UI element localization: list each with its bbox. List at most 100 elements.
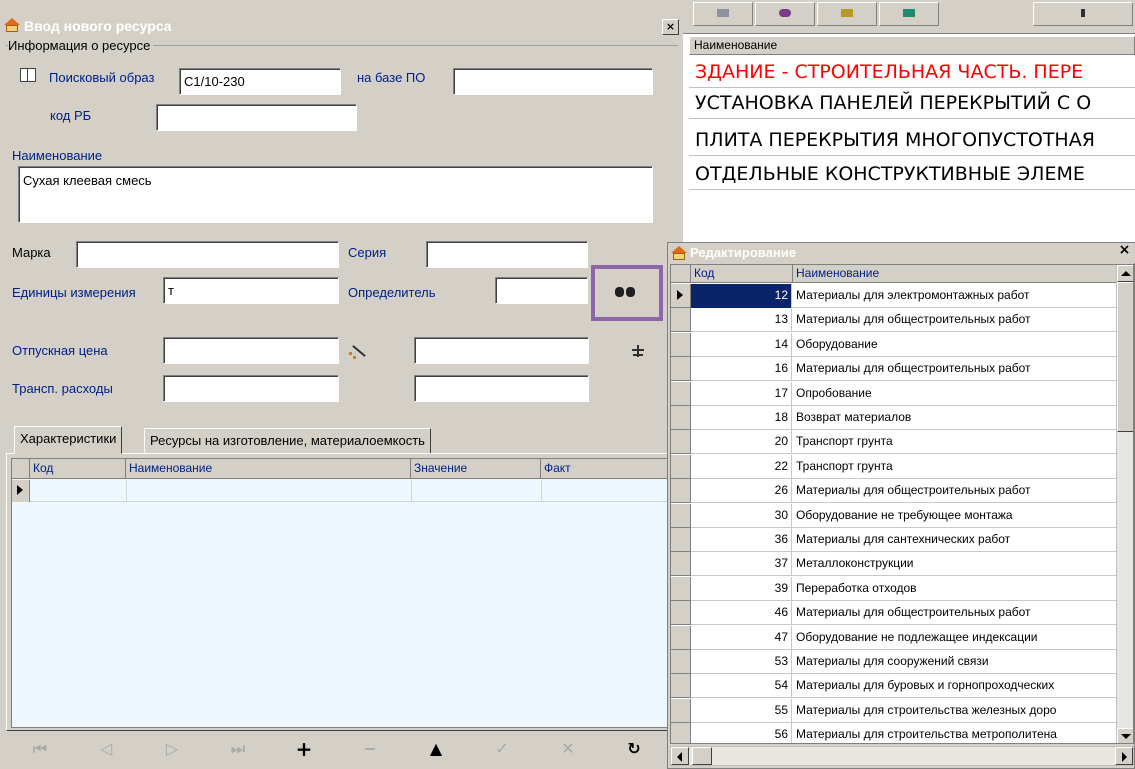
background-header-name[interactable]: Наименование	[689, 36, 1135, 55]
nav-post-button[interactable]: ✓	[482, 737, 522, 761]
edit-row[interactable]: 36 Материалы для сантехнических работ	[671, 528, 1116, 552]
edit-row-code[interactable]: 54	[691, 674, 792, 699]
edit-row-name[interactable]: Оборудование не требующее монтажа	[793, 504, 1116, 528]
determinant-field[interactable]	[495, 277, 588, 304]
edit-titlebar[interactable]: Редактирование ×	[668, 243, 1135, 263]
edit-row[interactable]: 37 Металлоконструкции	[671, 552, 1116, 577]
toolbar-button-3[interactable]	[817, 2, 877, 26]
nav-add-button[interactable]: +	[284, 737, 324, 761]
edit-row-code[interactable]: 36	[691, 528, 792, 552]
edit-row-code[interactable]: 22	[691, 454, 792, 479]
edit-row-name[interactable]: Материалы для общестроительных работ	[793, 357, 1116, 381]
nav-next-button[interactable]: ▷	[152, 737, 192, 761]
edit-row-name[interactable]: Транспорт грунта	[793, 455, 1116, 479]
brand-field[interactable]	[76, 241, 339, 268]
nav-refresh-button[interactable]: ↻	[614, 737, 654, 761]
unit-field[interactable]: т	[163, 277, 339, 304]
edit-row[interactable]: 46 Материалы для общестроительных работ	[671, 601, 1116, 626]
edit-col-name[interactable]: Наименование	[793, 265, 1118, 283]
edit-row-code[interactable]: 18	[691, 406, 792, 430]
toolbar-button-2[interactable]	[755, 2, 815, 26]
edit-row-name[interactable]: Возврат материалов	[793, 406, 1116, 430]
search-field[interactable]: С1/10-230	[179, 68, 341, 95]
edit-row-code[interactable]: 12	[691, 284, 792, 308]
wand-button[interactable]	[347, 342, 369, 360]
edit-row[interactable]: 13 Материалы для общестроительных работ	[671, 308, 1116, 333]
edit-row-code[interactable]: 30	[691, 503, 792, 528]
book-icon[interactable]	[20, 68, 36, 82]
dialog-titlebar[interactable]: Ввод нового ресурса ×	[0, 14, 683, 38]
price-field-2[interactable]	[414, 337, 589, 364]
tab-characteristics[interactable]: Характеристики	[14, 426, 123, 454]
characteristics-grid[interactable]: Код Наименование Значение Факт	[11, 458, 673, 728]
toolbar-button-5[interactable]	[1033, 2, 1133, 26]
background-row-1[interactable]: УСТАНОВКА ПАНЕЛЕЙ ПЕРЕКРЫТИЙ С О	[689, 89, 1135, 119]
toolbar-button-4[interactable]	[879, 2, 939, 26]
transport-field-2[interactable]	[414, 375, 589, 402]
edit-row[interactable]: 54 Материалы для буровых и горнопроходчес…	[671, 674, 1116, 699]
edit-horizontal-scrollbar[interactable]	[670, 746, 1134, 766]
edit-row[interactable]: 20 Транспорт грунта	[671, 430, 1116, 455]
edit-row-name[interactable]: Материалы для сантехнических работ	[793, 528, 1116, 552]
edit-close-button[interactable]: ×	[1116, 243, 1133, 260]
edit-row-name[interactable]: Переработка отходов	[793, 577, 1116, 601]
background-row-3[interactable]: ОТДЕЛЬНЫЕ КОНСТРУКТИВНЫЕ ЭЛЕМЕ	[689, 160, 1135, 190]
edit-row-code[interactable]: 20	[691, 430, 792, 455]
scroll-down-button[interactable]	[1117, 728, 1133, 743]
transport-field[interactable]	[163, 375, 339, 402]
edit-row[interactable]: 14 Оборудование	[671, 332, 1116, 357]
edit-row-name[interactable]: Оборудование	[793, 333, 1116, 357]
edit-row-code[interactable]: 55	[691, 698, 792, 723]
edit-row[interactable]: 18 Возврат материалов	[671, 406, 1116, 430]
nav-first-button[interactable]: ⏮	[20, 737, 60, 761]
edit-vertical-scrollbar[interactable]	[1116, 265, 1133, 743]
nav-prior-button[interactable]: ◁	[86, 737, 126, 761]
binoculars-lookup-button[interactable]	[611, 281, 641, 305]
edit-row[interactable]: 56 Материалы для строительства метрополит…	[671, 723, 1116, 743]
edit-row-code[interactable]: 13	[691, 308, 792, 333]
name-field[interactable]: Сухая клеевая смесь	[18, 166, 653, 223]
edit-row-name[interactable]: Транспорт грунта	[793, 430, 1116, 454]
edit-row[interactable]: 47 Оборудование не подлежащее индексации	[671, 625, 1116, 650]
grid-row[interactable]	[12, 480, 672, 502]
edit-grid[interactable]: Код Наименование 12 Материалы для электро…	[670, 264, 1134, 744]
edit-row[interactable]: 30 Оборудование не требующее монтажа	[671, 503, 1116, 528]
edit-row[interactable]: 17 Опробование	[671, 381, 1116, 406]
edit-row-code[interactable]: 16	[691, 357, 792, 382]
edit-row-name[interactable]: Металлоконструкции	[793, 552, 1116, 576]
price-field[interactable]	[163, 337, 339, 364]
hscroll-thumb[interactable]	[692, 747, 712, 765]
edit-row-name[interactable]: Материалы для общестроительных работ	[793, 479, 1116, 503]
edit-row-name[interactable]: Материалы для сооружений связи	[793, 650, 1116, 674]
edit-row-name[interactable]: Материалы для строительства метрополитен…	[793, 723, 1116, 743]
edit-row-code[interactable]: 56	[691, 723, 792, 743]
edit-row-code[interactable]: 14	[691, 332, 792, 357]
base-field[interactable]	[453, 68, 653, 95]
edit-row-code[interactable]: 47	[691, 625, 792, 650]
grid-col-name[interactable]: Наименование	[126, 459, 411, 479]
edit-row-name[interactable]: Материалы для электромонтажных работ	[793, 284, 1116, 308]
dialog-close-button[interactable]: ×	[662, 19, 679, 35]
edit-row-code[interactable]: 53	[691, 650, 792, 674]
series-field[interactable]	[426, 241, 588, 268]
nav-delete-button[interactable]: −	[350, 737, 390, 761]
rb-field[interactable]	[156, 104, 357, 131]
edit-row-name[interactable]: Материалы для строительства железных дор…	[793, 699, 1116, 723]
scroll-thumb[interactable]	[1117, 282, 1133, 432]
grid-col-fact[interactable]: Факт	[541, 459, 672, 479]
nav-cancel-button[interactable]: ✕	[548, 737, 588, 761]
background-row-2[interactable]: ПЛИТА ПЕРЕКРЫТИЯ МНОГОПУСТОТНАЯ	[689, 126, 1135, 156]
grid-col-value[interactable]: Значение	[411, 459, 541, 479]
tab-resources[interactable]: Ресурсы на изготовление, материалоемкост…	[144, 428, 431, 454]
toolbar-button-1[interactable]	[693, 2, 753, 26]
edit-row-code[interactable]: 17	[691, 381, 792, 406]
scroll-right-button[interactable]	[1115, 747, 1133, 765]
edit-row-name[interactable]: Материалы для общестроительных работ	[793, 308, 1116, 332]
edit-row[interactable]: 16 Материалы для общестроительных работ	[671, 357, 1116, 382]
edit-row-code[interactable]: 46	[691, 601, 792, 626]
background-row-0[interactable]: ЗДАНИЕ - СТРОИТЕЛЬНАЯ ЧАСТЬ. ПЕРЕ	[689, 58, 1135, 88]
edit-row[interactable]: 26 Материалы для общестроительных работ	[671, 479, 1116, 504]
edit-row-name[interactable]: Материалы для буровых и горнопроходчески…	[793, 674, 1116, 698]
edit-row[interactable]: 55 Материалы для строительства железных д…	[671, 698, 1116, 723]
grid-col-code[interactable]: Код	[30, 459, 126, 479]
